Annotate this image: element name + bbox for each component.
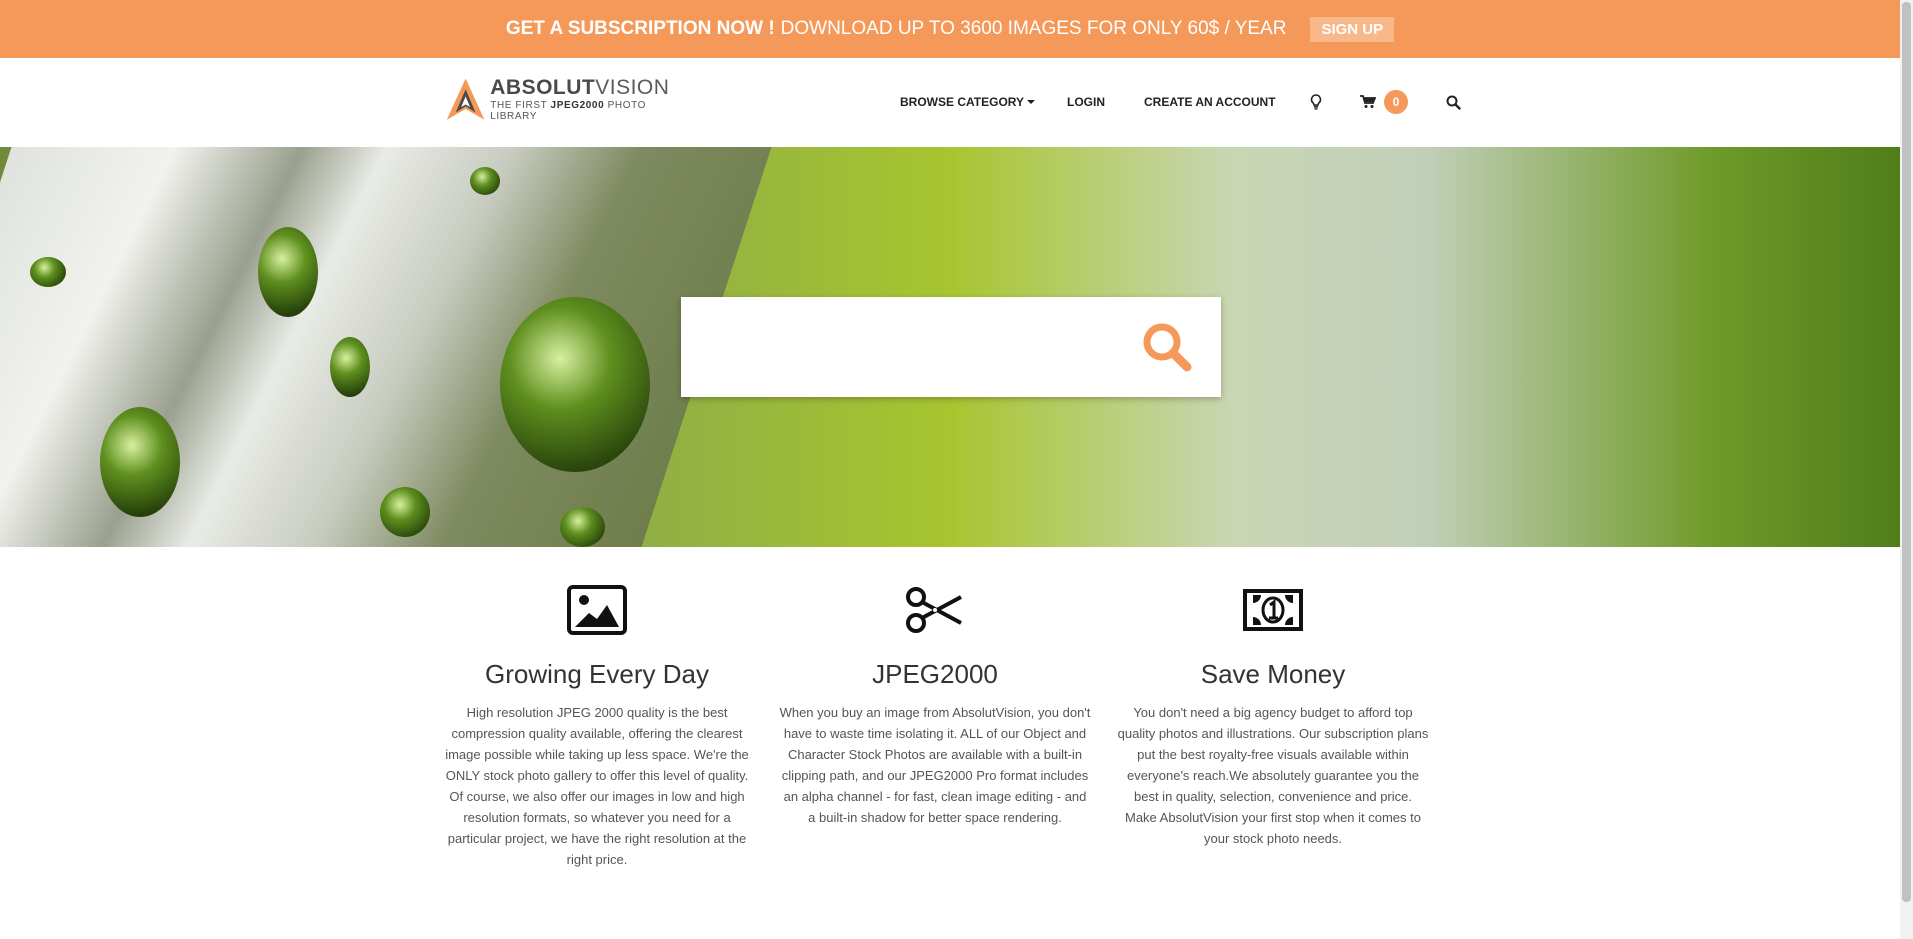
feature-growing: Growing Every Day High resolution JPEG 2…: [437, 585, 757, 870]
cart-button[interactable]: 0: [1360, 82, 1408, 122]
chevron-down-icon: [1027, 100, 1036, 104]
nav-browse-category[interactable]: BROWSE CATEGORY: [900, 82, 1036, 122]
nav-create-label: CREATE AN ACCOUNT: [1144, 95, 1276, 109]
hero-droplet: [100, 407, 180, 517]
hero-search-box: [681, 297, 1221, 397]
hero-droplet: [258, 227, 318, 317]
lightbox-icon[interactable]: [1310, 82, 1322, 122]
feature-title: Save Money: [1200, 659, 1346, 689]
feature-jpeg2000: JPEG2000 When you buy an image from Abso…: [775, 585, 1095, 828]
site-header: ABSOLUTVISION THE FIRST JPEG2000 PHOTO L…: [0, 58, 1900, 147]
hero-droplet: [470, 167, 500, 195]
image-icon: [567, 585, 627, 635]
feature-text: When you buy an image from AbsolutVision…: [779, 705, 1091, 825]
hero-droplet: [330, 337, 370, 397]
search-icon: [1446, 95, 1461, 110]
hero-banner: [0, 147, 1900, 547]
cart-icon: [1360, 95, 1376, 108]
feature-title: Growing Every Day: [485, 659, 709, 689]
nav-browse-label: BROWSE CATEGORY: [900, 95, 1025, 109]
nav-login-label: LOGIN: [1067, 95, 1105, 109]
search-icon: [1143, 323, 1192, 372]
scrollbar-thumb[interactable]: [1902, 2, 1911, 902]
hero-search-button[interactable]: [1141, 321, 1193, 373]
cart-count-badge: 0: [1384, 90, 1408, 114]
nav-create-account[interactable]: CREATE AN ACCOUNT: [1144, 82, 1276, 122]
money-icon: [1243, 589, 1303, 631]
feature-save-money: Save Money You don't need a big agency b…: [1113, 585, 1433, 849]
hero-droplet: [560, 507, 605, 547]
hero-droplet: [30, 257, 66, 287]
feature-title: JPEG2000: [872, 659, 998, 689]
hero-droplet: [380, 487, 430, 537]
main-nav: BROWSE CATEGORY LOGIN CREATE AN ACCOUNT …: [0, 82, 1900, 122]
nav-search-button[interactable]: [1446, 82, 1461, 122]
feature-text: You don't need a big agency budget to af…: [1117, 705, 1429, 846]
page-scrollbar[interactable]: [1900, 0, 1913, 939]
feature-text: High resolution JPEG 2000 quality is the…: [445, 705, 749, 867]
hero-droplet: [500, 297, 650, 472]
promo-bar: GET A SUBSCRIPTION NOW ! DOWNLOAD UP TO …: [0, 0, 1900, 58]
promo-headline: GET A SUBSCRIPTION NOW !: [505, 18, 775, 39]
nav-login[interactable]: LOGIN: [1067, 82, 1105, 122]
hero-search-input[interactable]: [681, 297, 1121, 397]
scissors-icon: [906, 587, 962, 633]
sign-up-button[interactable]: SIGN UP: [1310, 16, 1395, 42]
promo-text: DOWNLOAD UP TO 3600 IMAGES FOR ONLY 60$ …: [780, 18, 1287, 39]
